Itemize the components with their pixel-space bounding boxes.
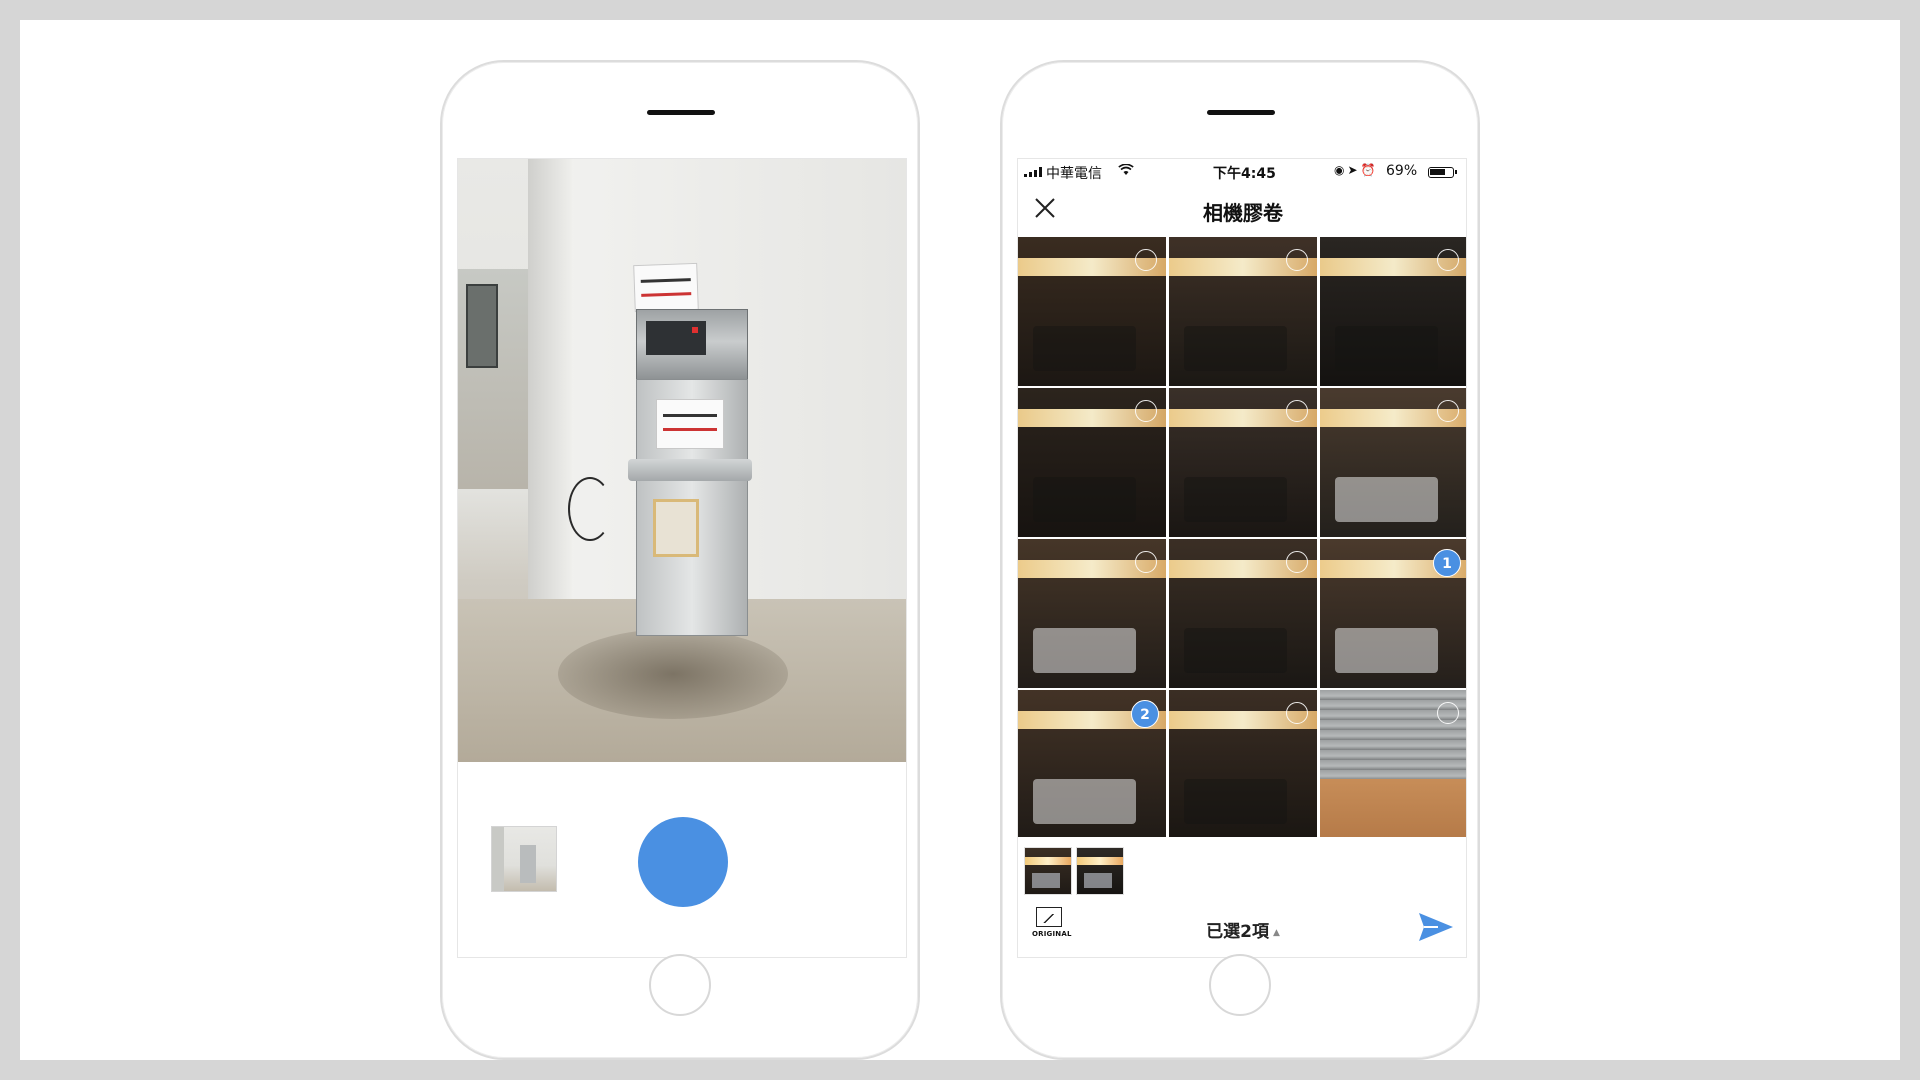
selection-order-badge[interactable]: 2	[1131, 700, 1159, 728]
selection-circle[interactable]	[1437, 702, 1459, 724]
photo-thumbnail[interactable]	[1169, 690, 1317, 837]
battery-percentage: 69%	[1386, 163, 1418, 179]
photo-thumbnail[interactable]	[1018, 237, 1166, 386]
selected-thumbnail[interactable]	[1076, 847, 1124, 895]
photo-grid: 12	[1018, 237, 1466, 837]
status-time: 下午4:45	[1213, 166, 1276, 182]
viewfinder-sign-upper	[633, 262, 699, 313]
navigation-bar: 相機膠卷	[1018, 183, 1466, 237]
photo-thumbnail[interactable]	[1320, 388, 1466, 537]
gallery-screen: 中華電信 下午4:45 ◉➤⏰ 69% 相機膠卷 12 ORIGINAL 已選2…	[1017, 158, 1467, 958]
selection-circle[interactable]	[1135, 551, 1157, 573]
viewfinder-cable	[568, 477, 612, 541]
photo-thumbnail[interactable]	[1018, 539, 1166, 688]
caret-up-icon: ▲	[1272, 928, 1280, 938]
selected-photos-strip	[1018, 837, 1466, 895]
selected-count-label: 已選2項	[1206, 922, 1269, 942]
signal-icon	[1024, 167, 1044, 177]
water-dispenser-basin	[628, 459, 752, 481]
photo-thumbnail[interactable]	[1169, 539, 1317, 688]
selection-order-badge[interactable]: 1	[1433, 549, 1461, 577]
alarm-icon: ⏰	[1360, 163, 1379, 177]
selection-circle[interactable]	[1135, 400, 1157, 422]
page-title: 相機膠卷	[1203, 201, 1283, 225]
photo-thumbnail[interactable]	[1169, 388, 1317, 537]
location-icon: ➤	[1347, 163, 1361, 177]
speaker-grille	[647, 110, 715, 115]
selection-circle[interactable]	[1286, 249, 1308, 271]
home-button[interactable]	[1209, 954, 1271, 1016]
selection-circle[interactable]	[1286, 551, 1308, 573]
viewfinder-pillar	[528, 159, 572, 619]
shutter-button[interactable]	[638, 817, 728, 907]
photo-thumbnail[interactable]	[1018, 388, 1166, 537]
bottom-toolbar: ORIGINAL 已選2項 ▲	[1018, 895, 1466, 957]
selection-circle[interactable]	[1286, 702, 1308, 724]
speaker-grille	[1207, 110, 1275, 115]
orientation-lock-icon: ◉	[1334, 163, 1348, 177]
photo-thumbnail[interactable]: 1	[1320, 539, 1466, 688]
camera-viewfinder[interactable]	[458, 159, 906, 762]
phone-gallery: 中華電信 下午4:45 ◉➤⏰ 69% 相機膠卷 12 ORIGINAL 已選2…	[1000, 60, 1480, 1060]
selected-count-button[interactable]: 已選2項 ▲	[1018, 917, 1466, 942]
water-dispenser-tape	[653, 499, 699, 557]
viewfinder-floor-stain	[558, 629, 788, 719]
selection-circle[interactable]	[1135, 249, 1157, 271]
carrier-name: 中華電信	[1046, 166, 1102, 182]
status-indicators: ◉➤⏰	[1334, 163, 1379, 177]
viewfinder-door	[466, 284, 498, 368]
home-button[interactable]	[649, 954, 711, 1016]
photo-thumbnail[interactable]	[1320, 237, 1466, 386]
phone-camera	[440, 60, 920, 1060]
selection-circle[interactable]	[1437, 249, 1459, 271]
battery-icon	[1428, 167, 1457, 178]
photo-thumbnail[interactable]: 2	[1018, 690, 1166, 837]
selection-circle[interactable]	[1286, 400, 1308, 422]
water-dispenser-panel	[646, 321, 706, 355]
selection-circle[interactable]	[1437, 400, 1459, 422]
camera-screen	[457, 158, 907, 958]
last-photo-thumbnail[interactable]	[491, 826, 557, 892]
presentation-canvas: 中華電信 下午4:45 ◉➤⏰ 69% 相機膠卷 12 ORIGINAL 已選2…	[20, 20, 1900, 1060]
status-bar: 中華電信 下午4:45 ◉➤⏰ 69%	[1018, 159, 1466, 183]
viewfinder-sign-lower	[656, 399, 724, 449]
selected-thumbnail[interactable]	[1024, 847, 1072, 895]
wifi-icon	[1118, 163, 1134, 180]
photo-thumbnail[interactable]	[1320, 690, 1466, 837]
send-icon[interactable]	[1418, 911, 1454, 943]
photo-thumbnail[interactable]	[1169, 237, 1317, 386]
